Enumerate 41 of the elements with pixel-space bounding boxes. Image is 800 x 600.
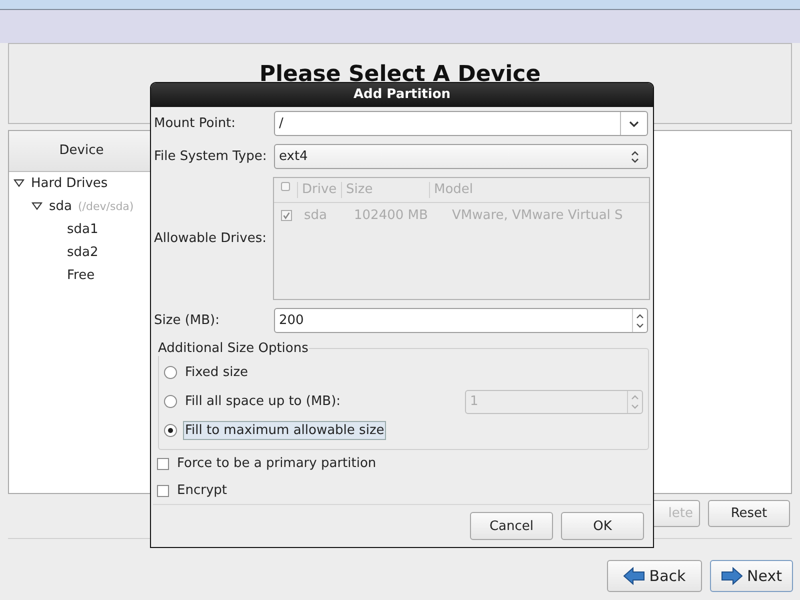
tree-item[interactable]: sda1 (67, 222, 98, 237)
tree-item[interactable]: Hard Drives (31, 176, 108, 191)
action-button[interactable]: Reset (708, 500, 790, 527)
tree-item[interactable]: sda (49, 199, 72, 214)
tree-item[interactable]: sda2 (67, 245, 98, 260)
dialog-button[interactable]: OK (561, 512, 644, 540)
dialog-button[interactable]: Cancel (470, 512, 553, 540)
table-cell-text: 102400 MB (353, 208, 429, 222)
checkbox-label[interactable]: Encrypt (177, 483, 227, 498)
radio-button[interactable] (164, 424, 177, 437)
field-label: File System Type: (154, 149, 268, 164)
radio-button[interactable] (164, 395, 177, 408)
nav-button[interactable]: Back (607, 560, 702, 592)
expander-icon[interactable] (13, 179, 25, 188)
mount-point-combo[interactable]: / (274, 111, 648, 136)
tree-item[interactable]: Free (67, 268, 95, 283)
checkbox-label[interactable]: Force to be a primary partition (177, 456, 376, 471)
size-spin-field[interactable]: 200 (274, 308, 648, 333)
left-arrow-icon (623, 567, 646, 585)
field-label: Mount Point: (154, 116, 237, 131)
table-cell-text: sda (303, 208, 328, 222)
radio-label[interactable]: Fill all space up to (MB): (183, 392, 343, 411)
nav-button[interactable]: Next (710, 560, 793, 592)
checkbox[interactable] (157, 458, 169, 470)
frame-title: Additional Size Options (157, 341, 310, 356)
chevron-icon (629, 120, 639, 126)
spin-arrows-icon (631, 394, 639, 410)
table-cell-text: VMware, VMware Virtual S (451, 208, 624, 222)
right-arrow-icon (721, 567, 744, 585)
field-label: Size (MB): (154, 313, 220, 328)
radio-label[interactable]: Fixed size (183, 363, 250, 382)
expander-icon[interactable] (31, 202, 43, 211)
updown-icon (631, 150, 639, 162)
device-path: (/dev/sda) (78, 200, 134, 213)
radio-label[interactable]: Fill to maximum allowable size (183, 421, 386, 440)
spin-arrows-icon (636, 312, 644, 328)
file-system-select[interactable]: ext4 (274, 144, 648, 169)
radio-button[interactable] (164, 366, 177, 379)
checkbox[interactable] (157, 484, 169, 496)
dialog-title: Add Partition (151, 83, 653, 107)
field-label: Allowable Drives: (154, 231, 268, 246)
